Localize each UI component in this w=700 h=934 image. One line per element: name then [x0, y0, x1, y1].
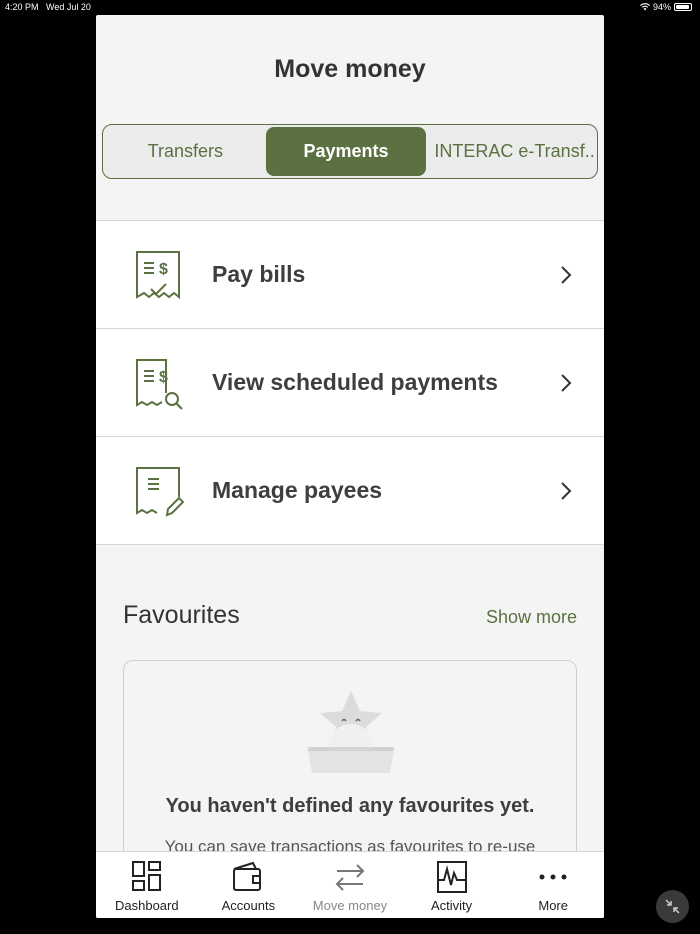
segment-interac[interactable]: INTERAC e-Transf... [426, 127, 595, 176]
document-edit-icon [136, 467, 184, 517]
row-label-view-scheduled: View scheduled payments [212, 369, 498, 395]
row-pay-bills[interactable]: $ Pay bills [96, 221, 604, 329]
chevron-right-icon [561, 265, 572, 284]
wallet-icon [233, 861, 262, 891]
svg-text:$: $ [159, 261, 168, 278]
tab-more[interactable]: More [502, 852, 604, 918]
status-bar: 4:20 PM Wed Jul 20 94% [0, 0, 700, 14]
star-illustration-icon [308, 691, 394, 773]
tab-label: More [538, 898, 568, 913]
tab-label: Move money [312, 898, 388, 913]
tab-label: Dashboard [114, 898, 179, 913]
more-dots-icon [539, 874, 567, 880]
activity-icon [436, 861, 467, 893]
payments-list: $ Pay bills $ View scheduled payments Ma… [96, 220, 604, 545]
tab-activity[interactable]: Activity [401, 852, 503, 918]
transfer-arrows-icon [335, 864, 365, 891]
row-label-pay-bills: Pay bills [212, 261, 306, 287]
show-more-link[interactable]: Show more [486, 607, 577, 628]
wifi-icon [639, 3, 650, 11]
minimize-float-button[interactable] [656, 890, 689, 923]
chevron-right-icon [561, 481, 572, 500]
tab-label: Activity [430, 898, 473, 913]
favourites-empty-title: You haven't defined any favourites yet. [165, 795, 535, 817]
page-title: Move money [274, 55, 426, 83]
tab-accounts[interactable]: Accounts [198, 852, 300, 918]
bill-search-icon: $ [136, 359, 183, 410]
status-right: 94% [639, 2, 692, 12]
favourites-heading: Favourites [123, 601, 240, 629]
svg-text:$: $ [159, 369, 168, 386]
segment-transfers[interactable]: Transfers [105, 127, 266, 176]
tab-move-money[interactable]: Move money [299, 852, 401, 918]
segment-payments[interactable]: Payments [265, 127, 427, 176]
collapse-arrows-icon [665, 899, 680, 914]
status-time-date: 4:20 PM Wed Jul 20 [5, 2, 91, 12]
chevron-right-icon [561, 373, 572, 392]
tab-dashboard[interactable]: Dashboard [96, 852, 198, 918]
row-view-scheduled[interactable]: $ View scheduled payments [96, 329, 604, 437]
bill-check-icon: $ [136, 251, 180, 300]
tab-label: Accounts [221, 898, 276, 913]
row-label-manage-payees: Manage payees [212, 477, 383, 503]
battery-percent: 94% [652, 2, 671, 12]
bottom-tab-bar: Dashboard Accounts Move money Activity M… [96, 851, 604, 918]
dashboard-icon [131, 861, 161, 891]
app-window: Move money Transfers Payments INTERAC e-… [96, 15, 604, 918]
battery-icon [674, 3, 692, 11]
row-manage-payees[interactable]: Manage payees [96, 437, 604, 545]
segmented-control: Transfers Payments INTERAC e-Transf... [102, 124, 598, 179]
